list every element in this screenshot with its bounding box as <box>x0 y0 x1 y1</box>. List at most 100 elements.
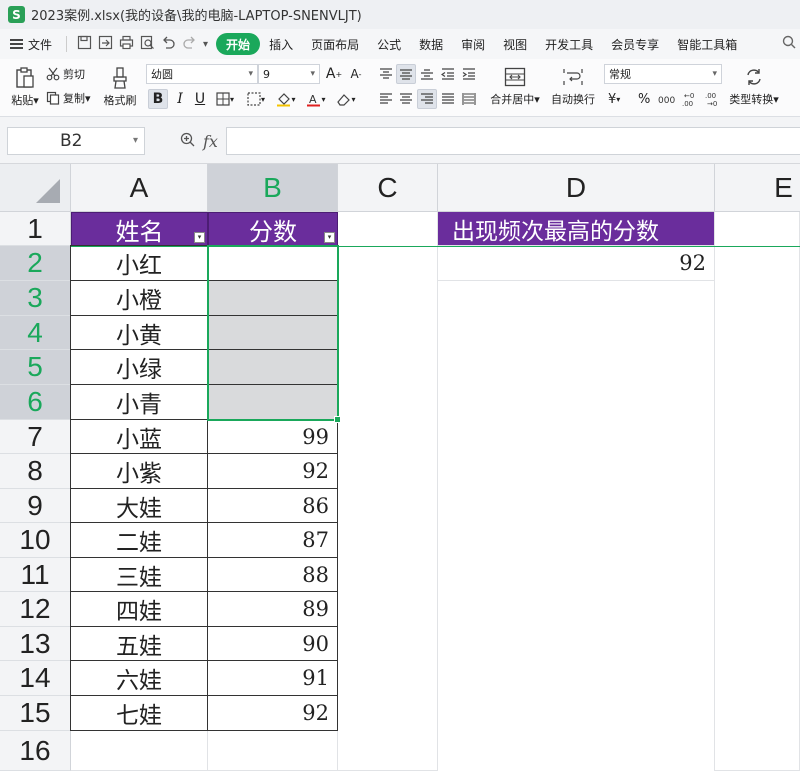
column-c-empty-area[interactable] <box>338 212 438 771</box>
align-right-icon[interactable] <box>417 89 437 109</box>
formula-input[interactable] <box>226 127 800 155</box>
tab-smart-tools[interactable]: 智能工具箱 <box>668 33 746 55</box>
row-header-16[interactable]: 16 <box>0 731 71 771</box>
table-row-score[interactable]: 86 <box>207 488 338 523</box>
tab-data[interactable]: 数据 <box>410 33 452 55</box>
column-header-a[interactable]: A <box>71 164 208 212</box>
currency-format-icon[interactable]: ¥ ▾ <box>608 89 620 109</box>
column-header-e[interactable]: E <box>715 164 800 212</box>
font-name-select[interactable]: 幼圆 ▾ <box>146 64 258 84</box>
row-header-2[interactable]: 2 <box>0 246 71 281</box>
font-color-icon[interactable]: A ▾ <box>302 89 330 109</box>
eraser-icon[interactable]: ▾ <box>332 89 360 109</box>
tab-insert[interactable]: 插入 <box>260 33 302 55</box>
export-icon[interactable] <box>98 35 113 54</box>
bold-icon[interactable]: B <box>148 89 168 109</box>
table-row-name[interactable]: 小橙 <box>70 280 208 316</box>
tab-review[interactable]: 审阅 <box>452 33 494 55</box>
align-left-icon[interactable] <box>376 89 396 109</box>
customize-toolbar-icon[interactable]: ▾ <box>203 39 208 50</box>
table-row-name[interactable]: 小紫 <box>70 453 208 489</box>
print-preview-icon[interactable] <box>140 35 155 54</box>
table-row-score[interactable] <box>207 315 338 350</box>
decrease-font-icon[interactable]: A- <box>346 64 366 84</box>
table-row-name[interactable]: 六娃 <box>70 660 208 696</box>
justify-icon[interactable] <box>438 89 458 109</box>
fill-color-icon[interactable]: ▾ <box>272 89 300 109</box>
redo-icon[interactable] <box>182 35 197 54</box>
table-row-score[interactable]: 87 <box>207 522 338 558</box>
table-row-name[interactable]: 大娃 <box>70 488 208 523</box>
font-size-select[interactable]: 9 ▾ <box>258 64 320 84</box>
row-header-13[interactable]: 13 <box>0 627 71 661</box>
type-convert-button[interactable]: 类型转换▾ <box>726 63 782 111</box>
cell-style-icon[interactable]: ▾ <box>242 89 270 109</box>
table-row-score[interactable]: 99 <box>207 419 338 454</box>
column-d-empty-area[interactable] <box>438 246 715 771</box>
row-header-3[interactable]: 3 <box>0 281 71 316</box>
header-cell-name[interactable]: 姓名 ▾ <box>71 212 208 246</box>
percent-format-icon[interactable]: % <box>638 89 650 109</box>
column-e-empty-area[interactable] <box>715 212 800 771</box>
empty-cell[interactable] <box>208 731 338 771</box>
tab-page-layout[interactable]: 页面布局 <box>302 33 368 55</box>
table-row-name[interactable]: 小黄 <box>70 315 208 350</box>
row-header-14[interactable]: 14 <box>0 661 71 696</box>
table-row-score[interactable]: 92 <box>207 453 338 489</box>
table-row-name[interactable]: 七娃 <box>70 695 208 731</box>
table-row-name[interactable]: 小青 <box>70 384 208 420</box>
table-row-name[interactable]: 小红 <box>70 245 208 281</box>
table-row-score[interactable]: 92 <box>207 695 338 731</box>
row-header-11[interactable]: 11 <box>0 558 71 592</box>
mode-value-cell[interactable]: 92 <box>438 246 715 281</box>
increase-indent-icon[interactable] <box>459 64 479 84</box>
row-header-6[interactable]: 6 <box>0 385 71 420</box>
row-header-9[interactable]: 9 <box>0 489 71 523</box>
column-header-c[interactable]: C <box>338 164 438 212</box>
column-header-d[interactable]: D <box>438 164 715 212</box>
filter-dropdown-icon[interactable]: ▾ <box>194 232 205 243</box>
filter-dropdown-icon[interactable]: ▾ <box>324 232 335 243</box>
tab-member[interactable]: 会员专享 <box>602 33 668 55</box>
thousands-separator-icon[interactable]: 000 <box>656 89 678 109</box>
select-all-corner[interactable] <box>0 164 71 212</box>
table-row-name[interactable]: 五娃 <box>70 626 208 661</box>
distribute-icon[interactable] <box>459 89 479 109</box>
header-cell-mode[interactable]: 出现频次最高的分数 <box>438 212 715 246</box>
name-box[interactable]: B2 ▾ <box>7 127 145 155</box>
search-icon[interactable] <box>782 35 796 53</box>
underline-icon[interactable]: U <box>191 89 209 109</box>
table-row-score[interactable]: 91 <box>207 660 338 696</box>
table-row-name[interactable]: 小绿 <box>70 349 208 385</box>
header-cell-score[interactable]: 分数 ▾ <box>208 212 338 246</box>
row-header-8[interactable]: 8 <box>0 454 71 489</box>
table-row-name[interactable]: 二娃 <box>70 522 208 558</box>
table-row-score[interactable]: 89 <box>207 591 338 627</box>
align-top-icon[interactable] <box>376 64 396 84</box>
merge-center-button[interactable]: 合并居中▾ <box>486 63 544 111</box>
row-header-4[interactable]: 4 <box>0 316 71 350</box>
table-row-name[interactable]: 四娃 <box>70 591 208 627</box>
border-icon[interactable]: ▾ <box>211 89 239 109</box>
tab-home[interactable]: 开始 <box>216 33 261 55</box>
tab-view[interactable]: 视图 <box>494 33 536 55</box>
insert-function-icon[interactable]: fx <box>203 132 218 151</box>
save-icon[interactable] <box>77 35 92 54</box>
row-header-10[interactable]: 10 <box>0 523 71 558</box>
row-header-15[interactable]: 15 <box>0 696 71 731</box>
table-row-name[interactable]: 小蓝 <box>70 419 208 454</box>
table-row-score[interactable] <box>207 280 338 316</box>
increase-font-icon[interactable]: A + <box>324 64 344 84</box>
print-icon[interactable] <box>119 35 134 54</box>
number-format-select[interactable]: 常规 ▾ <box>604 64 722 84</box>
table-row-score[interactable] <box>207 349 338 385</box>
italic-icon[interactable]: I <box>171 89 189 109</box>
cut-button[interactable]: 剪切 <box>46 65 85 83</box>
column-header-b[interactable]: B <box>208 164 338 212</box>
row-header-5[interactable]: 5 <box>0 350 71 385</box>
align-center-icon[interactable] <box>396 89 416 109</box>
row-header-12[interactable]: 12 <box>0 592 71 627</box>
undo-icon[interactable] <box>161 35 176 54</box>
file-menu[interactable]: 文件 <box>10 36 52 53</box>
row-header-7[interactable]: 7 <box>0 420 71 454</box>
